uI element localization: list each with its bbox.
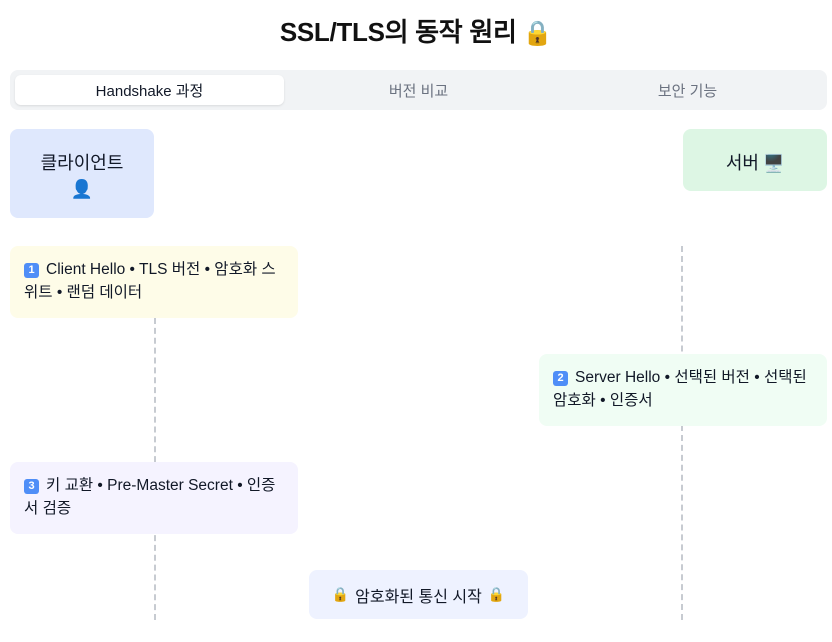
lock-icon: 🔒: [487, 586, 506, 602]
client-actor: 클라이언트 👤: [10, 129, 154, 218]
step-number-badge: 1: [24, 263, 39, 278]
message-text: 키 교환 • Pre-Master Secret • 인증서 검증: [24, 477, 276, 517]
page-title: SSL/TLS의 동작 원리 🔒: [0, 12, 832, 49]
message-server-hello: 2 Server Hello • 선택된 버전 • 선택된 암호화 • 인증서: [539, 354, 827, 426]
step-number-badge: 2: [553, 371, 568, 386]
tab-version-compare[interactable]: 버전 비교: [284, 75, 553, 105]
message-key-exchange: 3키 교환 • Pre-Master Secret • 인증서 검증: [10, 462, 298, 534]
lock-icon: 🔒: [522, 20, 553, 47]
lock-icon: 🔒: [331, 586, 350, 602]
page-title-text: SSL/TLS의 동작 원리: [279, 17, 517, 47]
computer-icon: 🖥️: [762, 154, 785, 173]
tab-security-features[interactable]: 보안 기능: [553, 75, 822, 105]
message-client-hello: 1 Client Hello • TLS 버전 • 암호화 스위트 • 랜덤 데이…: [10, 246, 298, 318]
client-label: 클라이언트: [40, 153, 124, 173]
server-actor: 서버 🖥️: [683, 129, 827, 191]
tab-handshake[interactable]: Handshake 과정: [15, 75, 284, 105]
server-lifeline: [681, 246, 683, 620]
message-text: Server Hello • 선택된 버전 • 선택된 암호화 • 인증서: [553, 369, 807, 409]
server-label: 서버: [725, 153, 759, 173]
user-icon: 👤: [70, 179, 94, 199]
tab-bar: Handshake 과정 버전 비교 보안 기능: [10, 70, 827, 110]
step-number-badge: 3: [24, 479, 39, 494]
encrypted-communication-box: 🔒 암호화된 통신 시작 🔒: [309, 570, 528, 619]
final-text: 암호화된 통신 시작: [355, 588, 482, 606]
message-text: Client Hello • TLS 버전 • 암호화 스위트 • 랜덤 데이터: [24, 261, 276, 301]
